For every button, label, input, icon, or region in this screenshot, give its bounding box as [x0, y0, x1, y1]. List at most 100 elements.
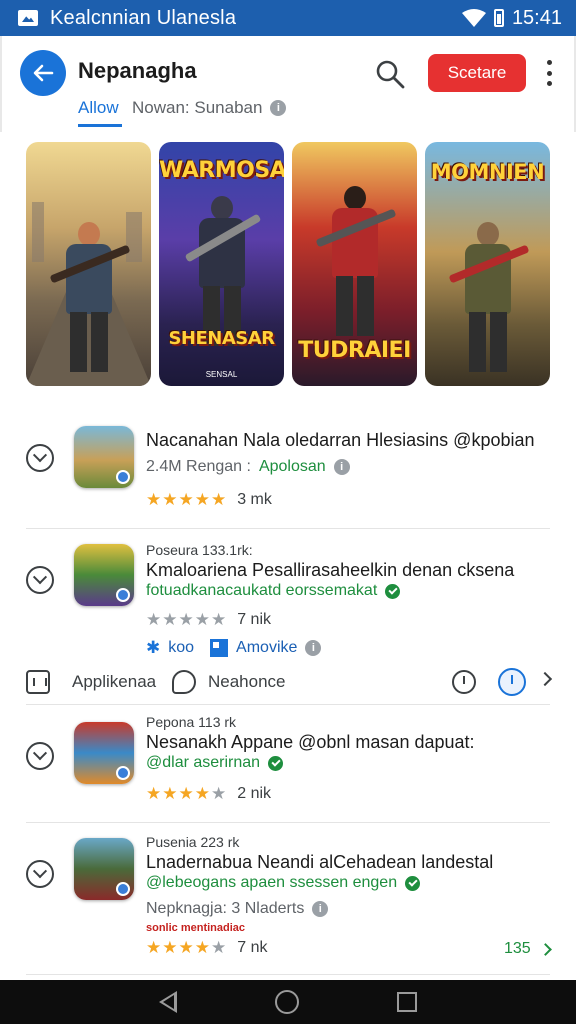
character-graphic — [49, 222, 130, 372]
app-subtitle: fotuadkanacaukatd eorssemakat — [146, 582, 401, 600]
badge-icon — [116, 588, 130, 602]
apps-icon[interactable] — [26, 670, 50, 694]
tab-allow[interactable]: Allow — [78, 98, 119, 118]
expand-chevron-icon[interactable] — [26, 742, 54, 770]
screenshot-card[interactable] — [26, 142, 151, 386]
app-thumbnail — [74, 544, 134, 606]
app-subtitle: 2.4M Rengan : Apolosan i — [146, 458, 350, 476]
card-bottom-title: TUDRAIEI — [298, 338, 411, 363]
app-thumbnail — [74, 426, 134, 488]
info-icon[interactable]: i — [333, 459, 350, 475]
character-graphic — [184, 196, 261, 346]
app-category: Apolosan — [258, 458, 326, 475]
tab-meta: Nowan: Sunaban i — [132, 98, 287, 118]
back-button[interactable] — [20, 50, 66, 96]
quick-actions: ✱ koo Amovike i — [146, 638, 322, 658]
card-bottom-title: SHENASAR — [168, 328, 275, 349]
more-count: 135 — [504, 940, 531, 957]
badge-icon — [116, 766, 130, 780]
star-icon: ✱ — [146, 638, 161, 657]
gallery-icon — [18, 10, 38, 26]
tab-meta-label: Nowan: Sunaban — [132, 98, 263, 117]
app-rating: ★★★★★ 7 nik — [146, 610, 271, 630]
screenshot-gallery: WARMOSA SHENASAR SENSAL TUDRAIEI MOMNIEN — [26, 142, 550, 386]
search-icon — [376, 60, 405, 89]
stars-icon: ★★★★★ — [146, 784, 228, 803]
page-title: Nepanagha — [78, 58, 197, 83]
expand-chevron-icon[interactable] — [26, 860, 54, 888]
app-title: Nacanahan Nala oledarran Hlesiasins @kpo… — [146, 430, 535, 450]
timer-icon[interactable] — [452, 670, 476, 694]
verified-icon — [268, 755, 284, 771]
rating-count: 2 nik — [237, 785, 272, 802]
info-icon[interactable]: i — [305, 640, 322, 656]
rating-count: 3 mk — [237, 491, 272, 508]
list-item[interactable]: Pusenia 223 rk Lnadernabua Neandi alCeha… — [0, 822, 576, 972]
more-options-icon[interactable] — [540, 58, 558, 88]
actions-label-chat[interactable]: Neahonce — [208, 672, 286, 692]
list-item[interactable]: Pepona 113 rk Nesanakh Appane @obnl masa… — [0, 704, 576, 822]
app-thumbnail — [74, 838, 134, 900]
badge-icon — [116, 470, 130, 484]
list-item[interactable]: Nacanahan Nala oledarran Hlesiasins @kpo… — [0, 400, 576, 528]
rating-count: 7 nik — [237, 611, 271, 628]
card-tag: SENSAL — [205, 370, 238, 379]
app-title: Kmaloariena Pesallirasaheelkin denan cks… — [146, 560, 515, 580]
quick-action-label: koo — [168, 639, 195, 656]
tab-indicator — [78, 124, 122, 127]
actions-label-apps[interactable]: Applikenaa — [72, 672, 156, 692]
chevron-right-icon[interactable] — [537, 671, 553, 687]
badge-icon — [116, 882, 130, 896]
app-developer: fotuadkanacaukatd eorssemakat — [146, 582, 378, 599]
rating-count: 7 nk — [237, 939, 268, 956]
app-size-label: Pusenia 223 rk — [146, 834, 240, 850]
arrow-left-icon — [33, 64, 54, 82]
nav-home-icon[interactable] — [275, 990, 299, 1014]
divider — [26, 974, 550, 975]
chat-icon[interactable] — [172, 670, 196, 694]
card-title: MOMNIEN — [430, 160, 545, 184]
wifi-icon — [461, 9, 486, 27]
chevron-right-icon — [538, 942, 552, 956]
app-extra-label: Nepknagja: 3 Nladerts — [146, 900, 305, 917]
info-icon[interactable]: i — [270, 100, 287, 116]
stars-icon: ★★★★★ — [146, 610, 228, 629]
clock-icon[interactable] — [498, 668, 526, 696]
app-subtitle: @dlar aserirnan — [146, 754, 284, 772]
expand-chevron-icon[interactable] — [26, 566, 54, 594]
verified-icon — [385, 583, 401, 599]
card-title: WARMOSA — [159, 158, 284, 183]
verified-icon — [405, 875, 421, 891]
app-thumbnail — [74, 722, 134, 784]
app-title: Nesanakh Appane @obnl masan dapuat: — [146, 732, 475, 752]
app-size-label: Poseura 133.1rk: — [146, 542, 253, 558]
quick-action-koo[interactable]: ✱ koo — [146, 638, 194, 658]
stars-icon: ★★★★★ — [146, 938, 228, 957]
app-bar: Nepanagha Scetare Allow Nowan: Sunaban i — [0, 36, 576, 132]
status-time: 15:41 — [511, 6, 562, 29]
app-rating: ★★★★★ 2 nik — [146, 784, 271, 804]
app-developer: @dlar aserirnan — [146, 754, 261, 771]
app-size-label: Pepona 113 rk — [146, 714, 237, 730]
primary-action-button[interactable]: Scetare — [428, 54, 526, 92]
screenshot-card[interactable]: MOMNIEN — [425, 142, 550, 386]
stars-icon: ★★★★★ — [146, 490, 228, 509]
character-graphic — [448, 222, 529, 372]
app-rating: ★★★★★ 3 mk — [146, 490, 272, 510]
screenshot-card[interactable]: TUDRAIEI — [292, 142, 417, 386]
status-indicators: 15:41 — [461, 6, 562, 30]
screenshot-card[interactable]: WARMOSA SHENASAR SENSAL — [159, 142, 284, 386]
app-subtitle: @lebeogans apaen ssessen engen — [146, 874, 421, 892]
search-button[interactable] — [372, 56, 408, 92]
actions-bar: Applikenaa Neahonce — [0, 664, 576, 708]
list-item[interactable]: Poseura 133.1rk: Kmaloariena Pesallirasa… — [0, 528, 576, 704]
app-extra-info: Nepknagja: 3 Nladerts i — [146, 900, 329, 918]
info-icon[interactable]: i — [312, 901, 329, 917]
grid-icon — [210, 639, 229, 657]
app-developer: @lebeogans apaen ssessen engen — [146, 874, 398, 891]
nav-back-icon[interactable] — [159, 991, 177, 1013]
quick-action-amovike[interactable]: Amovike i — [210, 639, 322, 657]
more-count-link[interactable]: 135 — [504, 940, 552, 958]
nav-recents-icon[interactable] — [397, 992, 417, 1012]
expand-chevron-icon[interactable] — [26, 444, 54, 472]
